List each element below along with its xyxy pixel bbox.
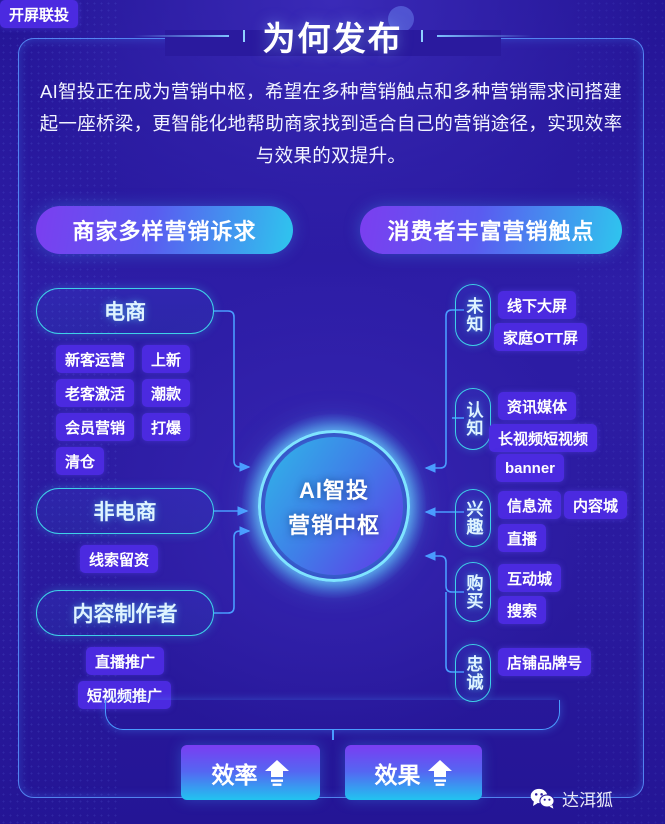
page-title-row: 为何发布 <box>0 8 665 64</box>
tag-member-marketing[interactable]: 会员营销 <box>56 413 135 441</box>
watermark: 达洱狐 <box>530 786 613 811</box>
result-button-effect-label: 效果 <box>374 761 421 788</box>
tag-lead-capture[interactable]: 线索留资 <box>80 545 159 573</box>
bottom-bracket <box>105 700 560 730</box>
up-arrow-icon <box>264 759 289 786</box>
central-hub[interactable]: AI智投 营销中枢 <box>242 414 426 598</box>
stage-pill-unaware[interactable]: 未知 <box>455 284 491 346</box>
tag-store-brand-account[interactable]: 店铺品牌号 <box>498 648 592 676</box>
stage-pill-aware[interactable]: 认知 <box>455 388 491 450</box>
watermark-label: 达洱狐 <box>562 791 613 810</box>
result-button-efficiency-label: 效率 <box>211 761 258 788</box>
title-rule-left-icon <box>132 30 245 42</box>
tag-outdoor-big-screen[interactable]: 线下大屏 <box>498 291 577 319</box>
tag-trendy-styles[interactable]: 潮款 <box>142 379 191 407</box>
tag-new-customer-ops[interactable]: 新客运营 <box>56 345 135 373</box>
up-arrow-icon <box>427 759 452 786</box>
category-pill-non-ecommerce[interactable]: 非电商 <box>36 488 214 534</box>
page-title: 为何发布 <box>262 20 403 57</box>
category-pill-ecommerce[interactable]: 电商 <box>36 288 214 334</box>
tag-reactivate-customer[interactable]: 老客激活 <box>56 379 135 407</box>
category-pill-content-creator[interactable]: 内容制作者 <box>36 590 214 636</box>
hub-title-line1: AI智投 <box>298 477 369 503</box>
tag-banner[interactable]: banner <box>496 454 565 482</box>
tag-content-mall[interactable]: 内容城 <box>564 491 628 519</box>
tag-hit-product[interactable]: 打爆 <box>142 413 191 441</box>
stage-pill-loyalty[interactable]: 忠诚 <box>455 644 491 702</box>
hub-title-line2: 营销中枢 <box>287 512 380 538</box>
tag-clearance[interactable]: 清仓 <box>56 447 105 475</box>
wechat-icon <box>530 788 555 809</box>
hub-core: AI智投 营销中枢 <box>265 437 403 575</box>
tag-interactive-mall[interactable]: 互动城 <box>498 564 562 592</box>
tag-search[interactable]: 搜索 <box>498 596 547 624</box>
stage-pill-purchase[interactable]: 购买 <box>455 562 491 622</box>
tag-news-media[interactable]: 资讯媒体 <box>498 392 577 420</box>
tag-livestream-promo[interactable]: 直播推广 <box>86 647 165 675</box>
title-rule-right-icon <box>420 30 533 42</box>
tag-home-ott-screen[interactable]: 家庭OTT屏 <box>494 323 587 351</box>
tag-new-arrivals[interactable]: 上新 <box>142 345 191 373</box>
result-button-efficiency[interactable]: 效率 <box>181 745 320 800</box>
tag-feed-stream[interactable]: 信息流 <box>498 491 562 519</box>
stage-pill-interest[interactable]: 兴趣 <box>455 489 491 547</box>
tag-livestream[interactable]: 直播 <box>498 524 547 552</box>
bottom-bracket-stem <box>332 730 334 740</box>
result-button-effect[interactable]: 效果 <box>345 745 482 800</box>
tag-long-short-video[interactable]: 长视频短视频 <box>489 424 598 452</box>
